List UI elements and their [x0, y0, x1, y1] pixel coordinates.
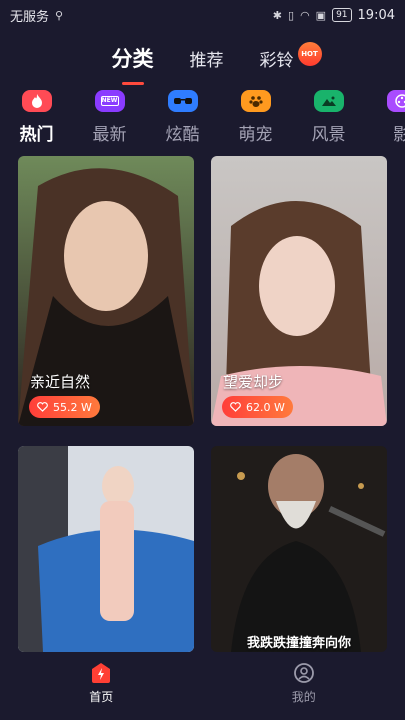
wallpaper-card[interactable]: 我跌跌撞撞奔向你: [211, 446, 387, 652]
like-count[interactable]: 62.0 W: [222, 396, 293, 418]
category-label: 风景: [311, 125, 346, 145]
tab-category[interactable]: 分类: [112, 43, 154, 73]
bluetooth-icon: ✱: [272, 8, 282, 22]
category-label: 最新: [92, 125, 127, 145]
clock: 19:04: [357, 7, 395, 23]
wallpaper-card[interactable]: [18, 446, 194, 652]
category-label: 萌宠: [238, 125, 273, 145]
like-count-text: 62.0 W: [246, 400, 285, 414]
category-pets[interactable]: 萌宠: [219, 90, 292, 148]
vibrate-icon: ▯: [288, 8, 295, 22]
video-caption: 我跌跌撞撞奔向你: [246, 636, 351, 651]
usb-icon: ⚲: [55, 8, 64, 22]
sunglasses-icon: [167, 90, 198, 112]
like-count-text: 55.2 W: [53, 400, 92, 414]
category-new[interactable]: NEW 最新: [73, 90, 146, 148]
category-cool[interactable]: 炫酷: [146, 90, 219, 148]
nav-profile-label: 我的: [291, 690, 316, 704]
card-title: 亲近自然: [30, 373, 91, 391]
status-bar: 无服务 ⚲ ✱ ▯ ◠ ▣ 91 19:04: [0, 0, 405, 30]
top-tabs: 分类 推荐 彩铃 HOT: [0, 38, 405, 78]
nav-home-label: 首页: [89, 690, 114, 704]
sim-icon: ▣: [315, 8, 327, 22]
home-icon: [92, 663, 111, 683]
category-hot[interactable]: 热门: [0, 90, 73, 148]
fire-icon: [21, 90, 52, 112]
category-label: 炫酷: [165, 125, 200, 145]
category-label: 影: [393, 125, 405, 145]
carrier-text: 无服务: [10, 9, 50, 25]
film-icon: [386, 90, 405, 112]
hot-badge: HOT: [297, 41, 322, 66]
category-row: 热门 NEW 最新 炫酷 萌宠 风景 影: [0, 90, 405, 148]
category-label: 热门: [19, 125, 54, 145]
tab-ringtone[interactable]: 彩铃 HOT: [259, 41, 322, 71]
tab-recommend[interactable]: 推荐: [190, 46, 224, 71]
new-icon: NEW: [94, 90, 125, 112]
battery-level: 91: [332, 8, 352, 22]
paw-icon: [240, 90, 271, 112]
heart-icon: [230, 402, 241, 412]
card-title: 望爱却步: [223, 373, 284, 391]
nav-profile[interactable]: 我的: [292, 658, 316, 720]
nav-home[interactable]: 首页: [89, 658, 113, 720]
wallpaper-thumbnail: [18, 446, 194, 652]
wifi-icon: ◠: [300, 8, 310, 22]
landscape-icon: [313, 90, 344, 112]
profile-icon: [293, 663, 314, 683]
category-film[interactable]: 影: [365, 90, 405, 148]
like-count[interactable]: 55.2 W: [29, 396, 100, 418]
wallpaper-card[interactable]: 亲近自然 55.2 W: [18, 156, 194, 426]
tab-ringtone-label: 彩铃: [259, 50, 294, 71]
category-landscape[interactable]: 风景: [292, 90, 365, 148]
wallpaper-card[interactable]: 望爱却步 62.0 W: [211, 156, 387, 426]
wallpaper-thumbnail: [211, 446, 387, 652]
bottom-nav: 首页 我的: [0, 658, 405, 720]
heart-icon: [37, 402, 48, 412]
